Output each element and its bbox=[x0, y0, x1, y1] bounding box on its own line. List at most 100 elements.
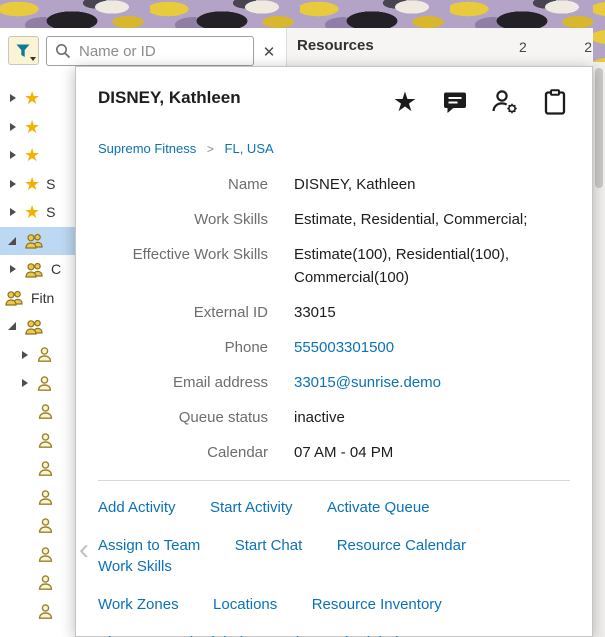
field-row: Email address 33015@sunrise.demo bbox=[76, 371, 592, 394]
field-label: Calendar bbox=[207, 444, 268, 461]
star-icon: ★ bbox=[24, 116, 41, 137]
field-label: Email address bbox=[172, 374, 268, 391]
chat-icon bbox=[442, 90, 468, 114]
action-start-chat[interactable]: Start Chat bbox=[235, 535, 303, 556]
star-icon: ★ bbox=[24, 202, 41, 223]
popup-header: DISNEY, Kathleen ★ bbox=[76, 67, 592, 117]
field-value: 33015 bbox=[294, 304, 336, 321]
action-work-zones[interactable]: Work Zones bbox=[98, 594, 179, 615]
collapse-arrow-icon[interactable] bbox=[10, 151, 16, 160]
collapse-arrow-icon[interactable] bbox=[10, 94, 16, 103]
breadcrumb: Supremo Fitness > FL, USA bbox=[76, 117, 592, 156]
collapse-arrow-icon[interactable] bbox=[22, 379, 28, 388]
tree-row-label: Fitn bbox=[31, 289, 55, 306]
action-show-scheduled[interactable]: Show Scheduled.. bbox=[286, 632, 407, 637]
favorite-button[interactable]: ★ bbox=[388, 87, 422, 117]
expand-arrow-icon[interactable] bbox=[8, 322, 16, 331]
field-label: Work Skills bbox=[194, 211, 268, 228]
schedule-column-header: 2 bbox=[519, 39, 527, 55]
app-screen: ★ ★ ★ ★ S ★ S C Fitn Name or ID ✕ Resour… bbox=[0, 0, 605, 637]
resources-panel-header: Resources 2 2 bbox=[286, 28, 593, 66]
actions-row: Add Activity Start Activity Activate Que… bbox=[98, 497, 570, 518]
search-box[interactable] bbox=[46, 36, 254, 66]
tree-row-label: C bbox=[51, 261, 62, 278]
person-icon bbox=[37, 460, 54, 477]
tree-row-label: S bbox=[46, 175, 56, 192]
action-assign-to-team[interactable]: Assign to Team bbox=[98, 535, 200, 556]
field-label: Name bbox=[227, 176, 268, 193]
action-locations[interactable]: Locations bbox=[213, 594, 277, 615]
resource-name-title: DISNEY, Kathleen bbox=[98, 88, 241, 107]
field-label: Effective Work Skills bbox=[132, 246, 268, 263]
collapse-arrow-icon[interactable] bbox=[10, 179, 16, 188]
person-icon bbox=[37, 574, 54, 591]
vertical-scrollbar[interactable] bbox=[593, 62, 605, 637]
clipboard-button[interactable] bbox=[538, 87, 572, 117]
person-icon bbox=[37, 603, 54, 620]
field-row: Calendar 07 AM - 04 PM bbox=[76, 441, 592, 464]
chevron-left-icon[interactable]: ‹ bbox=[79, 535, 89, 565]
actions-row: Show Non-Scheduled.. Show Scheduled.. bbox=[98, 632, 570, 637]
field-value: Estimate, Residential, Commercial; bbox=[294, 211, 528, 228]
field-label: Phone bbox=[224, 339, 268, 356]
person-icon bbox=[37, 517, 54, 534]
field-value: inactive bbox=[294, 409, 345, 426]
popup-action-icons: ★ bbox=[388, 87, 572, 117]
star-icon: ★ bbox=[392, 86, 418, 117]
field-row: Name DISNEY, Kathleen bbox=[76, 173, 592, 196]
tree-row-label: S bbox=[46, 204, 56, 221]
search-icon bbox=[55, 43, 71, 59]
action-start-activity[interactable]: Start Activity bbox=[210, 497, 293, 518]
field-value: 07 AM - 04 PM bbox=[294, 444, 394, 461]
clipboard-icon bbox=[543, 88, 567, 116]
field-label: External ID bbox=[193, 304, 268, 321]
star-icon: ★ bbox=[24, 173, 41, 194]
person-icon bbox=[37, 432, 54, 449]
person-icon bbox=[37, 403, 54, 420]
action-activate-queue[interactable]: Activate Queue bbox=[327, 497, 430, 518]
collapse-arrow-icon[interactable] bbox=[10, 265, 16, 274]
group-icon bbox=[24, 232, 45, 249]
resource-settings-button[interactable] bbox=[488, 87, 522, 117]
person-icon bbox=[37, 489, 54, 506]
person-icon bbox=[36, 346, 53, 363]
field-row: Queue status inactive bbox=[76, 406, 592, 429]
action-show-non-scheduled[interactable]: Show Non-Scheduled.. bbox=[98, 632, 251, 637]
collapse-arrow-icon[interactable] bbox=[10, 122, 16, 131]
message-button[interactable] bbox=[438, 87, 472, 117]
map-pattern-band bbox=[0, 0, 605, 28]
map-pattern-right-strip bbox=[593, 0, 605, 62]
filter-button[interactable] bbox=[8, 36, 39, 65]
star-icon: ★ bbox=[24, 88, 41, 109]
resource-fields: Name DISNEY, Kathleen Work Skills Estima… bbox=[76, 173, 592, 464]
schedule-column-header: 2 bbox=[584, 39, 592, 55]
actions-row: Assign to Team Start Chat Resource Calen… bbox=[98, 535, 570, 577]
popup-actions: Add Activity Start Activity Activate Que… bbox=[76, 481, 592, 637]
field-row: Effective Work Skills Estimate(100), Res… bbox=[76, 243, 592, 289]
field-row: External ID 33015 bbox=[76, 301, 592, 324]
dropdown-caret-icon bbox=[30, 57, 36, 61]
action-resource-calendar[interactable]: Resource Calendar bbox=[337, 535, 466, 556]
collapse-arrow-icon[interactable] bbox=[22, 350, 28, 359]
breadcrumb-link-region[interactable]: FL, USA bbox=[225, 141, 274, 156]
action-add-activity[interactable]: Add Activity bbox=[98, 497, 176, 518]
field-label: Queue status bbox=[178, 409, 268, 426]
group-icon bbox=[4, 289, 25, 306]
search-input[interactable] bbox=[77, 41, 245, 61]
clear-search-button[interactable]: ✕ bbox=[258, 41, 280, 63]
expand-arrow-icon[interactable] bbox=[8, 236, 16, 245]
breadcrumb-link-parent[interactable]: Supremo Fitness bbox=[98, 141, 196, 156]
field-row: Phone 555003301500 bbox=[76, 336, 592, 359]
email-link[interactable]: 33015@sunrise.demo bbox=[294, 371, 592, 394]
collapse-arrow-icon[interactable] bbox=[10, 208, 16, 217]
scrollbar-thumb[interactable] bbox=[595, 68, 603, 188]
action-work-skills[interactable]: Work Skills bbox=[98, 556, 172, 577]
field-row: Work Skills Estimate, Residential, Comme… bbox=[76, 208, 592, 231]
field-value: Estimate(100), Residential(100), Commerc… bbox=[294, 246, 510, 286]
phone-link[interactable]: 555003301500 bbox=[294, 336, 592, 359]
action-resource-inventory[interactable]: Resource Inventory bbox=[312, 594, 442, 615]
group-icon bbox=[24, 261, 45, 278]
person-icon bbox=[36, 375, 53, 392]
star-icon: ★ bbox=[24, 145, 41, 166]
person-icon bbox=[37, 546, 54, 563]
